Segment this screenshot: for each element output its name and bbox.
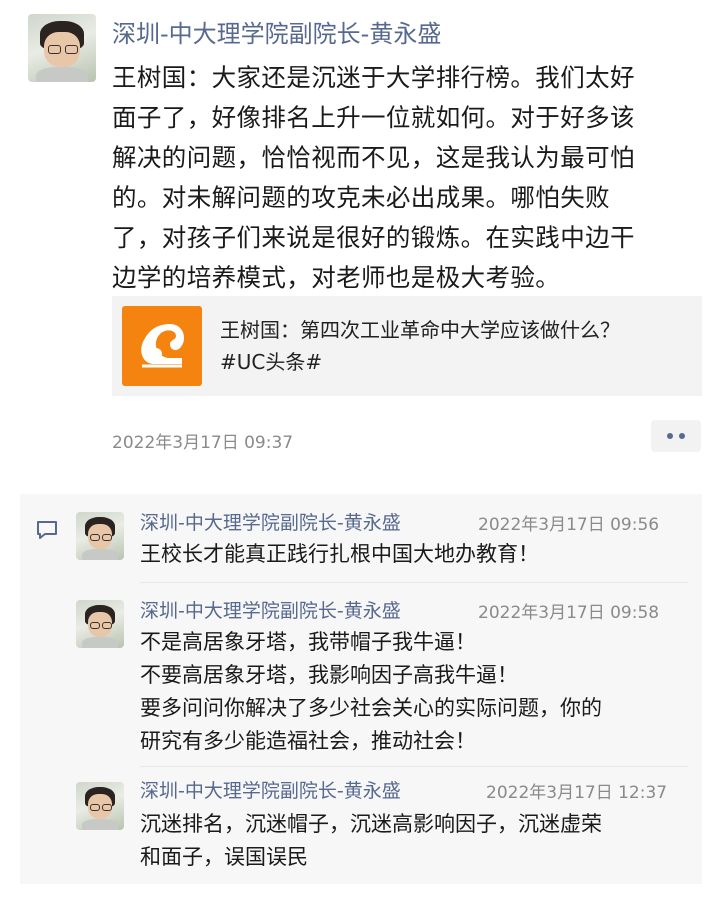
shared-link-card[interactable]: 王树国：第四次工业革命中大学应该做什么？ #UC头条# bbox=[112, 296, 702, 396]
comment-author[interactable]: 深圳-中大理学院副院长-黄永盛 bbox=[140, 596, 401, 623]
post-timestamp: 2022年3月17日 09:37 bbox=[112, 433, 294, 453]
comment-text: 不是高居象牙塔，我带帽子我牛逼！ 不要高居象牙塔，我影响因子高我牛逼！ 要多问问… bbox=[140, 630, 602, 753]
comment-timestamp: 2022年3月17日 09:56 bbox=[478, 515, 660, 535]
comment-text: 沉迷排名，沉迷帽子，沉迷高影响因子，沉迷虚荣 和面子，误国误民 bbox=[140, 812, 602, 869]
post-author-name[interactable]: 深圳-中大理学院副院长-黄永盛 bbox=[112, 14, 441, 49]
shared-link-title[interactable]: 王树国：第四次工业革命中大学应该做什么？ #UC头条# bbox=[220, 314, 690, 378]
uc-squirrel-logo-icon bbox=[122, 306, 202, 386]
author-avatar[interactable] bbox=[28, 14, 96, 82]
dot-icon bbox=[667, 433, 673, 439]
comment-avatar[interactable] bbox=[76, 600, 124, 648]
comment-author[interactable]: 深圳-中大理学院副院长-黄永盛 bbox=[140, 508, 401, 535]
comment-icon bbox=[36, 520, 58, 544]
comment-text: 王校长才能真正践行扎根中国大地办教育！ bbox=[140, 542, 539, 566]
comment-author[interactable]: 深圳-中大理学院副院长-黄永盛 bbox=[140, 776, 401, 803]
comment-avatar[interactable] bbox=[76, 512, 124, 560]
more-options-button[interactable] bbox=[651, 420, 701, 452]
comment-divider bbox=[140, 582, 688, 583]
comment-divider bbox=[140, 766, 688, 767]
comments-section: 深圳-中大理学院副院长-黄永盛 2022年3月17日 09:56 王校长才能真正… bbox=[20, 494, 702, 884]
comment-timestamp: 2022年3月17日 09:58 bbox=[478, 603, 660, 623]
post-text: 王树国：大家还是沉迷于大学排行榜。我们太好 面子了，好像排名上升一位就如何。对于… bbox=[112, 63, 635, 292]
dot-icon bbox=[679, 433, 685, 439]
comment-timestamp: 2022年3月17日 12:37 bbox=[486, 783, 668, 803]
comment-avatar[interactable] bbox=[76, 782, 124, 830]
